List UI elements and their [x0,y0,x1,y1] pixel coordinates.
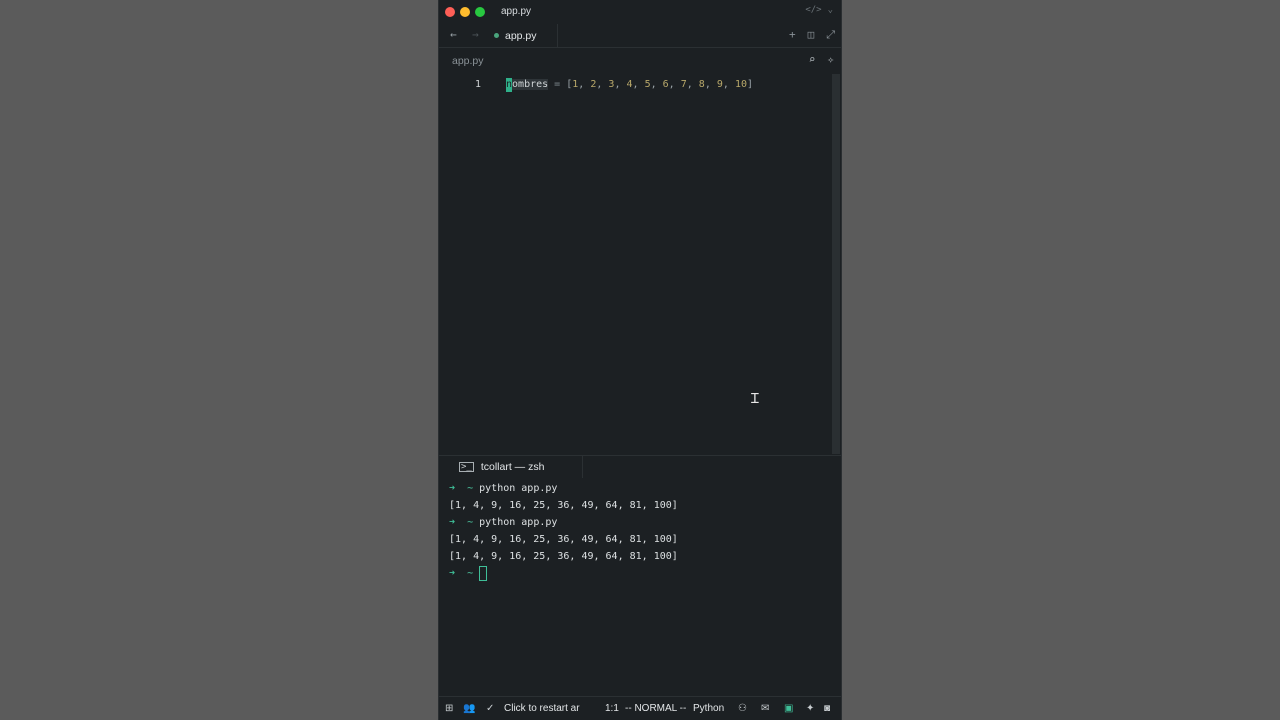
terminal-toggle-icon[interactable]: ▣ [784,703,793,714]
comma: , [722,79,735,90]
terminal-output-line: [1, 4, 9, 16, 25, 36, 49, 64, 81, 100] [449,551,678,562]
chevron-down-icon[interactable]: ⌄ [828,5,833,15]
editor-window: app.py </> ⌄ ← → app.py + ◫ ⤢ app.py ⌕ ✧… [439,0,841,720]
vim-mode: -- NORMAL -- [625,703,687,714]
terminal-tab[interactable]: >_ tcollart — zsh [451,456,583,478]
assistant-wand-icon[interactable]: ✧ [827,53,834,66]
status-bar: ⊞ 👥 ✓ Click to restart ar 1:1 -- NORMAL … [439,696,841,720]
editor-scrollbar[interactable] [832,74,840,454]
terminal-command-line: ➜ ~ python app.py [449,483,558,494]
tab-app-py[interactable]: app.py [488,24,558,47]
assign-operator: = [548,79,567,90]
terminal-panel[interactable]: >_ tcollart — zsh ➜ ~ python app.py [1, … [439,455,841,694]
terminal-output-line: [1, 4, 9, 16, 25, 36, 49, 64, 81, 100] [449,500,678,511]
mail-icon[interactable]: ✉ [761,703,769,714]
comma: , [704,79,717,90]
tab-bar: ← → app.py + ◫ ⤢ [439,24,841,48]
code-line: 1 nombres = [1, 2, 3, 4, 5, 6, 7, 8, 9, … [439,78,831,92]
expand-icon[interactable]: ⤢ [826,28,835,42]
terminal-command-line: ➜ ~ python app.py [449,517,558,528]
number-list: 1, 2, 3, 4, 5, 6, 7, 8, 9, 10 [572,79,747,90]
comma: , [596,79,609,90]
breadcrumb[interactable]: app.py [452,55,484,67]
number-literal: 10 [734,79,747,90]
breadcrumb-bar: app.py ⌕ ✧ [439,48,841,74]
terminal-icon: >_ [459,462,474,472]
status-message[interactable]: Click to restart ar [504,703,580,714]
terminal-output-line: [1, 4, 9, 16, 25, 36, 49, 64, 81, 100] [449,534,678,545]
search-icon[interactable]: ⌕ [809,53,816,66]
close-window-button[interactable] [445,7,455,17]
modified-dot-icon [494,33,499,38]
project-panel-icon[interactable]: ⊞ [445,703,453,714]
code-icon[interactable]: </> [805,5,821,15]
tab-label: app.py [505,29,537,42]
code-text[interactable]: nombres = [1, 2, 3, 4, 5, 6, 7, 8, 9, 10… [506,78,753,92]
identifier: ombres [512,79,549,90]
terminal-cursor [479,565,488,581]
terminal-prompt-line[interactable]: ➜ ~ [449,565,678,582]
new-tab-icon[interactable]: + [789,28,796,42]
forward-arrow-icon[interactable]: → [472,28,479,41]
assistant-icon[interactable]: ✦ [806,703,814,714]
close-bracket: ] [747,79,754,90]
minimize-window-button[interactable] [460,7,470,17]
terminal-tab-label: tcollart — zsh [480,461,545,473]
title-bar: app.py </> ⌄ [439,0,841,24]
cursor-position[interactable]: 1:1 [605,703,619,714]
code-editor[interactable]: 1 nombres = [1, 2, 3, 4, 5, 6, 7, 8, 9, … [439,74,831,454]
collab-users-icon[interactable]: 👥 [463,703,475,714]
split-pane-icon[interactable]: ◫ [808,28,815,42]
comma: , [686,79,699,90]
language-selector[interactable]: Python [693,703,724,714]
window-title: app.py [501,6,532,17]
comma: , [578,79,591,90]
check-icon[interactable]: ✓ [486,703,494,714]
chat-panel-icon[interactable]: ◙ [824,703,830,714]
comma: , [650,79,663,90]
comma: , [614,79,627,90]
comma: , [668,79,681,90]
line-number: 1 [475,79,482,90]
copilot-icon[interactable]: ⚇ [738,703,747,714]
comma: , [632,79,645,90]
zoom-window-button[interactable] [475,7,485,17]
back-arrow-icon[interactable]: ← [450,28,457,41]
ibeam-cursor-icon: Ɪ [751,391,759,407]
